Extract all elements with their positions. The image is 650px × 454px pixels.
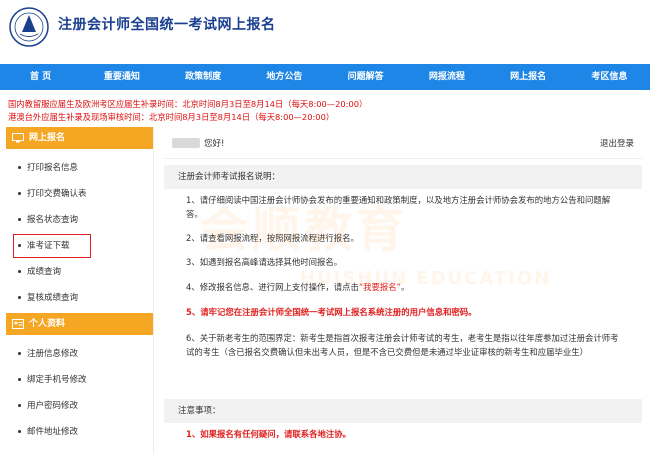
bullet-icon: [18, 192, 21, 195]
nav-exam-area-info[interactable]: 考区信息: [569, 64, 650, 90]
user-bar: 您好! 退出登录: [164, 127, 642, 159]
instruction-6: 6、关于新老考生的范围界定：新考生是指首次报考注册会计师考试的考生，老考生是指以…: [186, 333, 619, 357]
greeting: 您好!: [204, 139, 225, 149]
nav-important-notices[interactable]: 重要通知: [81, 64, 162, 90]
nav-online-registration[interactable]: 网上报名: [488, 64, 569, 90]
notes-title: 注意事项：: [164, 399, 642, 423]
site-title: 注册会计师全国统一考试网上报名: [58, 17, 276, 33]
sidebar-item-print-payment-confirmation[interactable]: 打印交费确认表: [6, 181, 153, 207]
sidebar-item-label: 绑定手机号修改: [27, 375, 87, 385]
sidebar-item-label: 打印报名信息: [27, 163, 79, 173]
notice-line-2: 港澳台外应届生补录及现场审核时间：北京时间8月3日至8月14日（每天8:00—2…: [8, 112, 335, 122]
instruction-5: 5、请牢记您在注册会计师全国统一考试网上报名系统注册的用户信息和密码。: [186, 307, 477, 317]
note-1: 1、如果报名有任何疑问，请联系各地注协。: [186, 429, 351, 439]
sidebar-item-edit-password[interactable]: 用户密码修改: [6, 393, 153, 419]
instruction-1: 1、请仔细阅读中国注册会计师协会发布的重要通知和政策制度，以及地方注册会计师协会…: [186, 195, 611, 219]
sidebar-item-label: 邮件地址修改: [27, 427, 79, 437]
main-nav: 首 页 重要通知 政策制度 地方公告 问题解答 网报流程 网上报名 考区信息: [0, 64, 650, 90]
id-card-icon: [12, 319, 24, 329]
instruction-4-text: 4、修改报名信息、进行网上支付操作，请点击: [186, 282, 359, 292]
sidebar-section-title: 个人资料: [29, 319, 66, 329]
nav-home[interactable]: 首 页: [0, 64, 81, 90]
bullet-icon: [18, 218, 21, 221]
bullet-icon: [18, 296, 21, 299]
sidebar-item-label: 打印交费确认表: [27, 189, 87, 199]
bullet-icon: [18, 244, 21, 247]
bullet-icon: [18, 430, 21, 433]
sidebar-section-online-registration: 网上报名: [6, 127, 153, 149]
bullet-icon: [18, 270, 21, 273]
site-header: 注册会计师全国统一考试网上报名: [0, 0, 650, 64]
sidebar-item-registration-status[interactable]: 报名状态查询: [6, 207, 153, 233]
sidebar-item-edit-phone[interactable]: 绑定手机号修改: [6, 367, 153, 393]
sidebar-section-title: 网上报名: [29, 133, 66, 143]
register-link[interactable]: “我要报名”: [359, 282, 401, 292]
sidebar-item-edit-email[interactable]: 邮件地址修改: [6, 419, 153, 445]
nav-registration-process[interactable]: 网报流程: [406, 64, 487, 90]
blurred-username: [172, 138, 200, 148]
monitor-icon: [12, 133, 24, 143]
sidebar-item-label: 复核成绩查询: [27, 293, 79, 303]
sidebar-item-label: 注册信息修改: [27, 349, 79, 359]
cicpa-logo-icon: [9, 7, 49, 47]
bullet-icon: [18, 404, 21, 407]
logout-link[interactable]: 退出登录: [600, 137, 634, 149]
instruction-3: 3、如遇到报名高峰请选择其他时间报名。: [186, 257, 343, 267]
bullet-icon: [18, 378, 21, 381]
sidebar-item-label: 准考证下载: [27, 241, 70, 251]
sidebar-item-admission-ticket-download[interactable]: 准考证下载: [12, 233, 92, 259]
sidebar-item-label: 报名状态查询: [27, 215, 79, 225]
bullet-icon: [18, 352, 21, 355]
nav-policies[interactable]: 政策制度: [163, 64, 244, 90]
main-content: 您好! 退出登录 注册会计师考试报名说明： 1、请仔细阅读中国注册会计师协会发布…: [164, 127, 642, 454]
sidebar-item-print-registration[interactable]: 打印报名信息: [6, 155, 153, 181]
nav-local-announcements[interactable]: 地方公告: [244, 64, 325, 90]
instructions-title: 注册会计师考试报名说明：: [164, 165, 642, 189]
sidebar-item-edit-registration-info[interactable]: 注册信息修改: [6, 341, 153, 367]
nav-faq[interactable]: 问题解答: [325, 64, 406, 90]
bullet-icon: [18, 166, 21, 169]
sidebar-section-personal-info: 个人资料: [6, 313, 153, 335]
sidebar-item-label: 成绩查询: [27, 267, 62, 277]
instruction-4-suffix: 。: [401, 282, 410, 292]
sidebar-item-label: 用户密码修改: [27, 401, 79, 411]
notice-line-1: 国内教留服应届生及欧洲考区应届生补录时间：北京时间8月3日至8月14日（每天8:…: [8, 99, 368, 109]
instruction-2: 2、请查看网报流程，按照网报流程进行报名。: [186, 233, 359, 243]
instruction-4: 4、修改报名信息、进行网上支付操作，请点击“我要报名”。: [186, 280, 626, 294]
sidebar-item-score-query[interactable]: 成绩查询: [6, 259, 153, 285]
sidebar-item-score-review-query[interactable]: 复核成绩查询: [6, 285, 153, 311]
sidebar: 网上报名 打印报名信息 打印交费确认表 报名状态查询 准考证下载 成绩查询 复核…: [6, 127, 154, 454]
